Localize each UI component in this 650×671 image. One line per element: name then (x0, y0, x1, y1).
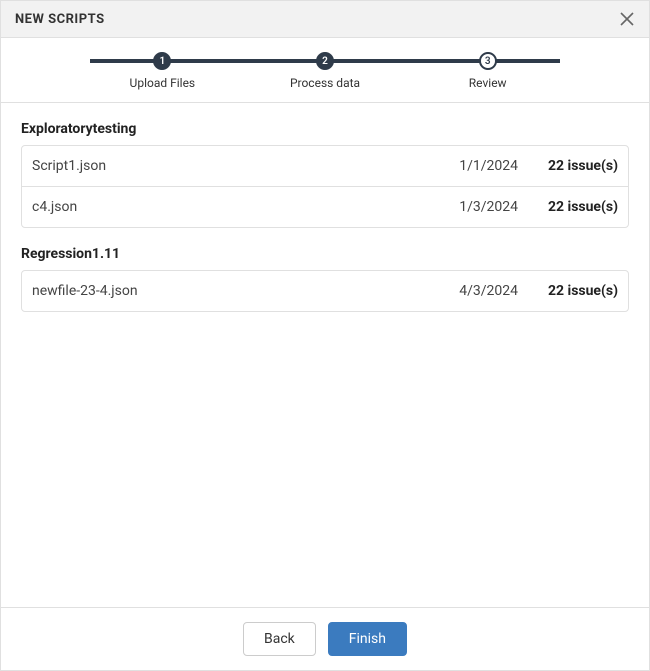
step-upload-files: 1 Upload Files (81, 52, 244, 90)
file-name: c4.json (32, 199, 428, 215)
step-review: 3 Review (406, 52, 569, 90)
wizard-stepper: 1 Upload Files 2 Process data 3 Review (1, 38, 649, 103)
file-date: 1/1/2024 (428, 158, 518, 174)
step-circle: 3 (479, 52, 497, 70)
step-circle: 2 (316, 52, 334, 70)
dialog-footer: Back Finish (1, 607, 649, 670)
file-row: Script1.json1/1/202422 issue(s) (22, 146, 628, 187)
file-list: Script1.json1/1/202422 issue(s)c4.json1/… (21, 145, 629, 228)
review-content: ExploratorytestingScript1.json1/1/202422… (1, 103, 649, 607)
file-date: 1/3/2024 (428, 199, 518, 215)
file-date: 4/3/2024 (428, 283, 518, 299)
file-issues: 22 issue(s) (518, 283, 618, 299)
back-button[interactable]: Back (243, 622, 316, 656)
file-name: newfile-23-4.json (32, 283, 428, 299)
dialog-header: NEW SCRIPTS (1, 1, 649, 38)
file-name: Script1.json (32, 158, 428, 174)
step-label: Process data (290, 76, 360, 90)
script-group: ExploratorytestingScript1.json1/1/202422… (21, 121, 629, 228)
script-group: Regression1.11 newfile-23-4.json4/3/20242… (21, 246, 629, 312)
file-list: newfile-23-4.json4/3/202422 issue(s) (21, 270, 629, 312)
group-title: Regression1.11 (21, 246, 629, 262)
group-title: Exploratorytesting (21, 121, 629, 137)
close-icon[interactable] (619, 11, 635, 27)
file-issues: 22 issue(s) (518, 199, 618, 215)
step-label: Review (469, 76, 507, 90)
step-process-data: 2 Process data (244, 52, 407, 90)
file-issues: 22 issue(s) (518, 158, 618, 174)
file-row: c4.json1/3/202422 issue(s) (22, 187, 628, 227)
finish-button[interactable]: Finish (328, 622, 407, 656)
step-circle: 1 (153, 52, 171, 70)
file-row: newfile-23-4.json4/3/202422 issue(s) (22, 271, 628, 311)
dialog-title: NEW SCRIPTS (15, 12, 105, 27)
step-label: Upload Files (130, 76, 196, 90)
